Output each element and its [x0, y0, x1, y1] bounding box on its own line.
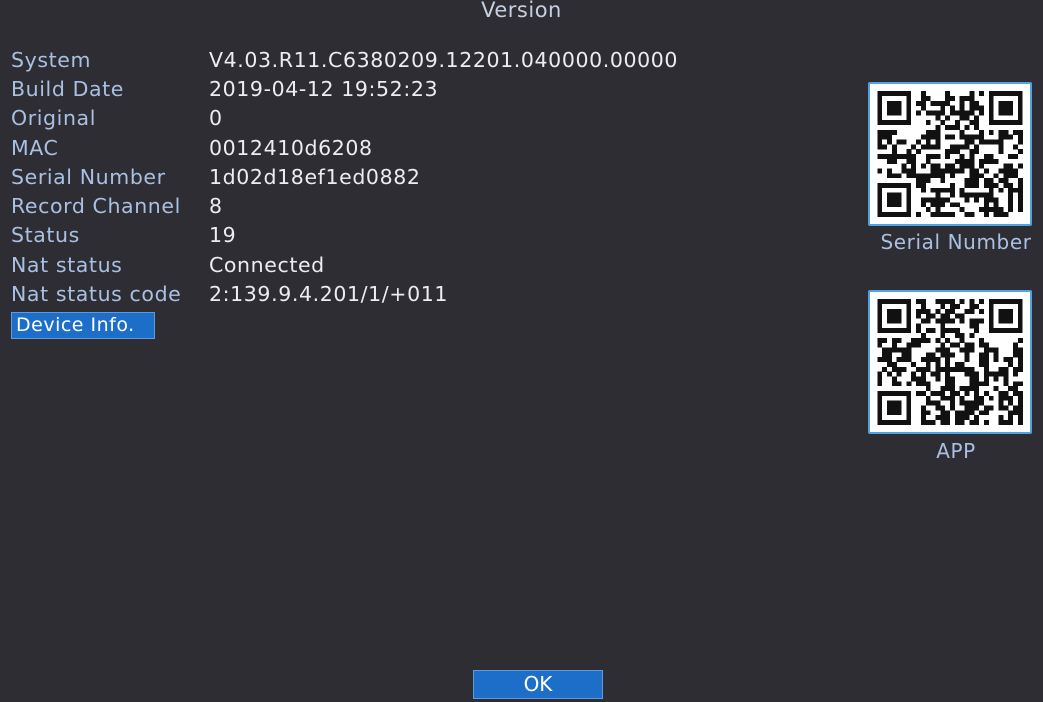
record-channel-label: Record Channel	[11, 194, 181, 219]
serial-number-qr-label: Serial Number	[880, 230, 1032, 254]
dialog-title: Version	[481, 0, 562, 22]
info-row-mac: MAC 0012410d6208	[11, 133, 678, 162]
system-value: V4.03.R11.C6380209.12201.040000.00000	[209, 47, 679, 72]
mac-value: 0012410d6208	[209, 135, 373, 160]
original-value: 0	[209, 106, 223, 131]
original-label: Original	[11, 106, 97, 131]
serial-qr-icon	[877, 91, 1023, 217]
info-row-build-date: Build Date 2019-04-12 19:52:23	[11, 74, 678, 103]
build-date-value: 2019-04-12 19:52:23	[209, 76, 439, 101]
serial-number-value: 1d02d18ef1ed0882	[209, 164, 421, 189]
nat-status-code-value: 2:139.9.4.201/1/+011	[209, 282, 449, 307]
device-info-button[interactable]: Device Info.	[11, 312, 155, 339]
status-value: 19	[209, 223, 237, 248]
info-row-system: System V4.03.R11.C6380209.12201.040000.0…	[11, 45, 678, 74]
serial-number-label: Serial Number	[11, 164, 166, 189]
info-row-serial-number: Serial Number 1d02d18ef1ed0882	[11, 162, 678, 191]
mac-label: MAC	[11, 135, 59, 160]
status-label: Status	[11, 223, 80, 248]
info-row-nat-status-code: Nat status code 2:139.9.4.201/1/+011	[11, 279, 678, 308]
info-row-nat-status: Nat status Connected	[11, 250, 678, 279]
nat-status-label: Nat status	[11, 252, 123, 277]
serial-number-qr-code	[868, 82, 1032, 226]
app-qr-icon	[877, 299, 1023, 425]
build-date-label: Build Date	[11, 76, 124, 101]
info-row-status: Status 19	[11, 221, 678, 250]
info-list: System V4.03.R11.C6380209.12201.040000.0…	[11, 45, 678, 309]
ok-button[interactable]: OK	[473, 670, 603, 699]
info-row-original: Original 0	[11, 104, 678, 133]
system-label: System	[11, 47, 92, 72]
nat-status-value: Connected	[209, 252, 325, 277]
info-row-record-channel: Record Channel 8	[11, 191, 678, 220]
app-qr-code	[868, 290, 1032, 434]
app-qr-label: APP	[936, 439, 976, 463]
nat-status-code-label: Nat status code	[11, 282, 182, 307]
record-channel-value: 8	[209, 194, 223, 219]
